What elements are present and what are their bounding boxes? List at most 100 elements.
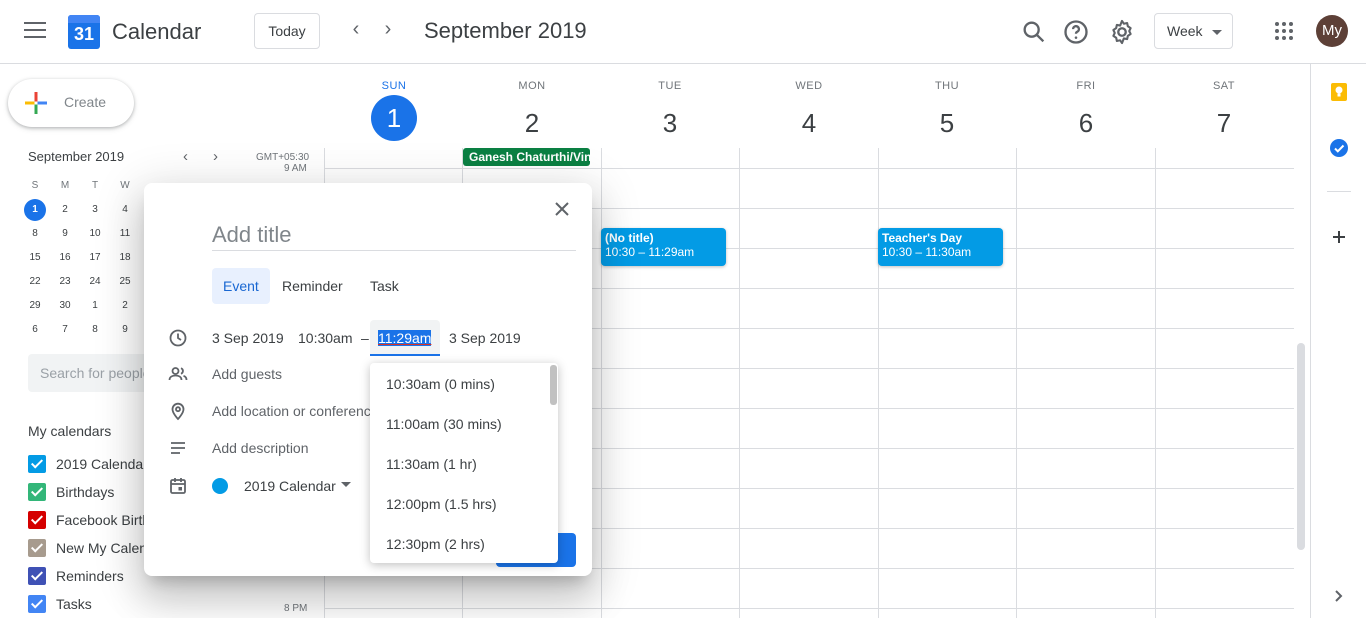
mini-day[interactable]: 18 — [110, 246, 140, 270]
tab-reminder[interactable]: Reminder — [271, 268, 354, 304]
calendar-item-label: Tasks — [56, 596, 92, 612]
mini-day[interactable]: 24 — [80, 270, 110, 294]
day-number[interactable]: 4 — [786, 100, 832, 146]
end-time-option[interactable]: 12:30pm (2 hrs) — [386, 536, 485, 552]
today-button[interactable]: Today — [254, 13, 320, 49]
mini-calendar: S M T W 1 2 3 4 8 9 10 11 15 16 17 18 22… — [20, 174, 160, 342]
mini-day[interactable]: 8 — [20, 222, 50, 246]
tab-event[interactable]: Event — [212, 268, 270, 304]
mini-day[interactable]: 22 — [20, 270, 50, 294]
account-avatar[interactable]: My — [1316, 15, 1348, 47]
day-name: SUN — [381, 80, 407, 92]
day-header-sun[interactable]: SUN 1 — [325, 80, 463, 141]
day-number[interactable]: 7 — [1201, 100, 1247, 146]
day-name: SAT — [1212, 80, 1236, 92]
day-header-mon[interactable]: MON 2 — [463, 80, 601, 146]
checkbox-icon[interactable] — [28, 567, 46, 585]
checkbox-icon[interactable] — [28, 511, 46, 529]
expand-panel-chevron-icon[interactable] — [1333, 589, 1345, 603]
google-apps-icon[interactable] — [1275, 22, 1293, 40]
main-menu-icon[interactable] — [24, 22, 46, 40]
end-time-selected: 11:29am — [378, 330, 432, 346]
start-time[interactable]: 10:30am — [298, 330, 352, 346]
end-time-option[interactable]: 11:00am (30 mins) — [386, 416, 502, 432]
mini-day[interactable]: 2 — [50, 198, 80, 222]
mini-calendar-prev-icon[interactable]: ‹ — [183, 148, 188, 165]
tab-task[interactable]: Task — [359, 268, 410, 304]
weekday-header: W — [120, 180, 130, 191]
create-button[interactable]: Create — [8, 79, 134, 127]
add-addon-icon[interactable] — [1331, 229, 1347, 245]
mini-day[interactable]: 3 — [80, 198, 110, 222]
event-time: 10:30 – 11:29am — [605, 245, 695, 259]
event-title-input[interactable] — [212, 219, 576, 251]
day-number[interactable]: 1 — [371, 95, 417, 141]
event-chip[interactable]: Teacher's Day 10:30 – 11:30am — [878, 228, 1003, 266]
end-time-field[interactable]: 11:29am — [370, 320, 440, 356]
event-chip[interactable]: (No title) 10:30 – 11:29am — [601, 228, 726, 266]
mini-day[interactable]: 7 — [50, 318, 80, 342]
weekday-header: S — [31, 180, 39, 191]
mini-day[interactable]: 9 — [110, 318, 140, 342]
mini-day[interactable]: 8 — [80, 318, 110, 342]
start-date[interactable]: 3 Sep 2019 — [212, 330, 284, 346]
end-time-option[interactable]: 11:30am (1 hr) — [386, 456, 477, 472]
mini-day[interactable]: 25 — [110, 270, 140, 294]
mini-calendar-next-icon[interactable]: › — [213, 148, 218, 165]
checkbox-icon[interactable] — [28, 483, 46, 501]
day-number[interactable]: 5 — [924, 100, 970, 146]
tasks-icon[interactable] — [1329, 138, 1349, 158]
end-date[interactable]: 3 Sep 2019 — [449, 330, 521, 346]
mini-day[interactable]: 15 — [20, 246, 50, 270]
mini-day[interactable]: 10 — [80, 222, 110, 246]
mini-day[interactable]: 30 — [50, 294, 80, 318]
calendar-item-label: Reminders — [56, 568, 124, 584]
end-time-option[interactable]: 10:30am (0 mins) — [386, 376, 495, 392]
dropdown-scrollbar[interactable] — [550, 365, 557, 405]
mini-day[interactable]: 29 — [20, 294, 50, 318]
keep-icon[interactable] — [1329, 82, 1349, 102]
mini-day[interactable]: 17 — [80, 246, 110, 270]
add-description-field[interactable]: Add description — [212, 440, 309, 456]
calendar-selector[interactable]: 2019 Calendar — [244, 478, 336, 494]
calendar-logo-icon: 31 — [68, 15, 100, 49]
day-header-sat[interactable]: SAT 7 — [1155, 80, 1293, 146]
mini-day[interactable]: 2 — [110, 294, 140, 318]
settings-gear-icon[interactable] — [1108, 18, 1136, 46]
mini-day[interactable]: 4 — [110, 198, 140, 222]
add-location-field[interactable]: Add location or conferencing — [212, 403, 370, 419]
add-guests-field[interactable]: Add guests — [212, 366, 282, 382]
day-number[interactable]: 2 — [509, 100, 555, 146]
all-day-event[interactable]: Ganesh Chaturthi/Vinayaka Chaturthi — [463, 148, 590, 166]
location-pin-icon — [171, 402, 185, 421]
calendar-dropdown-caret-icon[interactable] — [341, 482, 351, 488]
grid-scrollbar[interactable] — [1297, 343, 1305, 550]
mini-day[interactable]: 6 — [20, 318, 50, 342]
end-time-option[interactable]: 12:00pm (1.5 hrs) — [386, 496, 497, 512]
help-icon[interactable] — [1062, 18, 1090, 46]
day-header-tue[interactable]: TUE 3 — [601, 80, 739, 146]
mini-day[interactable]: 1 — [80, 294, 110, 318]
checkbox-icon[interactable] — [28, 539, 46, 557]
clock-icon — [169, 329, 187, 347]
checkbox-icon[interactable] — [28, 455, 46, 473]
search-people-input[interactable]: Search for people — [28, 354, 148, 392]
day-number[interactable]: 3 — [647, 100, 693, 146]
search-icon[interactable] — [1020, 18, 1048, 46]
mini-day[interactable]: 23 — [50, 270, 80, 294]
day-number[interactable]: 6 — [1063, 100, 1109, 146]
calendar-item-label: Birthdays — [56, 484, 115, 500]
day-header-fri[interactable]: FRI 6 — [1017, 80, 1155, 146]
day-header-thu[interactable]: THU 5 — [878, 80, 1016, 146]
mini-day[interactable]: 1 — [20, 198, 50, 222]
day-header-wed[interactable]: WED 4 — [740, 80, 878, 146]
mini-day[interactable]: 11 — [110, 222, 140, 246]
previous-week-icon[interactable]: ‹ — [344, 18, 368, 41]
checkbox-icon[interactable] — [28, 595, 46, 613]
next-week-icon[interactable]: › — [376, 18, 400, 41]
mini-day[interactable]: 16 — [50, 246, 80, 270]
close-icon[interactable] — [552, 199, 572, 219]
multicolor-plus-icon — [25, 92, 47, 114]
view-selector[interactable]: Week — [1154, 13, 1233, 49]
mini-day[interactable]: 9 — [50, 222, 80, 246]
